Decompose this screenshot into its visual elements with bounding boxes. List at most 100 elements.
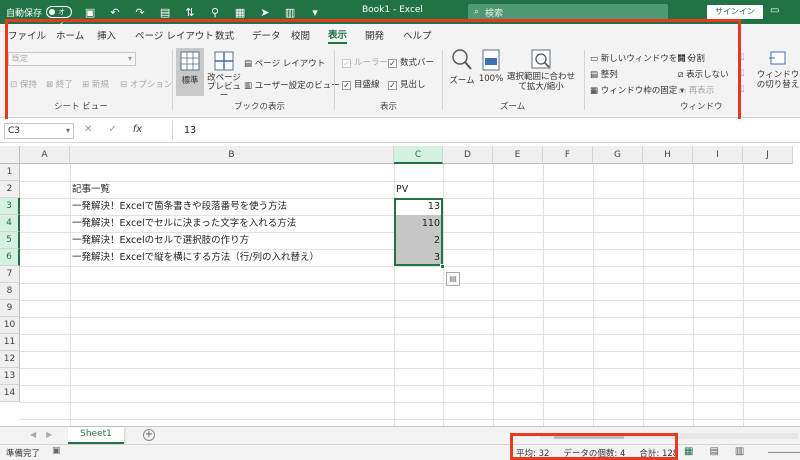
cell-c5[interactable]: 2	[394, 232, 443, 249]
macro-record-icon[interactable]: ▣	[52, 446, 61, 456]
zoom-slider[interactable]	[768, 452, 800, 453]
row-header-9[interactable]: 9	[0, 300, 20, 317]
gridline	[693, 164, 694, 426]
ribbon-highlight-box	[5, 19, 741, 124]
gridline	[20, 402, 800, 403]
row-header-1[interactable]: 1	[0, 164, 20, 181]
redo-icon[interactable]: ↷	[132, 6, 148, 19]
sort-icon[interactable]: ⇅	[182, 6, 198, 19]
form-icon[interactable]: ▤	[157, 6, 173, 19]
formula-input[interactable]: 13	[184, 125, 196, 136]
quick-analysis-icon[interactable]: ▤	[446, 272, 460, 286]
chart-icon[interactable]: ▥	[282, 6, 298, 19]
gridline	[70, 164, 71, 426]
column-header-f[interactable]: F	[543, 146, 593, 164]
gridline	[493, 164, 494, 426]
search-icon: ⌕	[474, 7, 480, 17]
filter-icon[interactable]: ⚲	[207, 6, 223, 19]
cancel-icon[interactable]: ✕	[84, 124, 92, 135]
sheet-tab-bar: ◀ ▶ Sheet1 +	[0, 426, 800, 444]
scroll-right-icon[interactable]: ▶	[46, 430, 52, 439]
add-sheet-icon[interactable]: +	[143, 429, 155, 441]
normal-view-status-icon[interactable]: ▦	[684, 446, 693, 457]
worksheet-grid[interactable]: A B C D E F G H I J 1 2 3 4 5 6 7 8 9 10…	[0, 146, 800, 426]
formula-bar-divider	[172, 121, 173, 141]
row-header-8[interactable]: 8	[0, 283, 20, 300]
cell-c4[interactable]: 110	[394, 215, 443, 232]
autosave[interactable]: 自動保存 オフ	[0, 6, 73, 26]
gridline	[20, 385, 800, 386]
row-header-13[interactable]: 13	[0, 368, 20, 385]
gridline	[20, 368, 800, 369]
undo-icon[interactable]: ↶	[107, 6, 123, 19]
sheet-tab-sheet1[interactable]: Sheet1	[68, 427, 124, 444]
row-header-14[interactable]: 14	[0, 385, 20, 402]
name-box[interactable]: C3	[4, 123, 74, 139]
search-placeholder: 検索	[485, 8, 504, 19]
page-layout-status-icon[interactable]: ▤	[709, 446, 718, 457]
column-header-c[interactable]: C	[394, 146, 443, 164]
column-header-a[interactable]: A	[20, 146, 70, 164]
row-header-10[interactable]: 10	[0, 317, 20, 334]
autosave-label: 自動保存	[6, 8, 43, 19]
column-header-j[interactable]: J	[743, 146, 793, 164]
row-header-4[interactable]: 4	[0, 215, 20, 232]
gridline	[443, 164, 444, 426]
gridline	[543, 164, 544, 426]
status-bar: 準備完了 ▣ 平均: 32 データの個数: 4 合計: 128 ▦ ▤ ▥	[0, 444, 800, 460]
select-all-corner[interactable]	[0, 146, 20, 164]
page-break-status-icon[interactable]: ▥	[735, 446, 744, 457]
enter-icon[interactable]: ✓	[108, 124, 116, 135]
gridline	[20, 266, 800, 267]
cell-b2[interactable]: 記事一覧	[72, 181, 110, 198]
status-highlight-box	[510, 433, 678, 460]
row-header-11[interactable]: 11	[0, 334, 20, 351]
signin-button[interactable]: サインイン	[707, 5, 763, 19]
view-buttons: ▦ ▤ ▥	[684, 446, 744, 457]
formula-bar-buttons: ✕ ✓ fx	[84, 124, 142, 135]
gridline	[20, 317, 800, 318]
row-header-5[interactable]: 5	[0, 232, 20, 249]
insert-function-icon[interactable]: fx	[133, 124, 142, 135]
row-header-6[interactable]: 6	[0, 249, 20, 266]
autosave-toggle[interactable]: オフ	[46, 6, 73, 26]
gridline	[20, 300, 800, 301]
cell-c6[interactable]: 3	[394, 249, 443, 266]
cell-b3[interactable]: 一発解決！Excelで箇条書きや段落番号を使う方法	[72, 198, 287, 215]
column-header-e[interactable]: E	[493, 146, 543, 164]
column-header-h[interactable]: H	[643, 146, 693, 164]
scroll-left-icon[interactable]: ◀	[30, 430, 36, 439]
ribbon-display-icon[interactable]: ▭	[770, 5, 779, 16]
gridline	[20, 334, 800, 335]
switch-windows-button[interactable]: ウィンドウの切り替え	[756, 48, 800, 96]
column-header-d[interactable]: D	[443, 146, 493, 164]
switch-windows-icon	[769, 51, 786, 65]
gridline	[643, 164, 644, 426]
customize-qat-icon[interactable]: ▾	[307, 6, 323, 19]
cell-c3[interactable]: 13	[394, 198, 443, 215]
row-header-12[interactable]: 12	[0, 351, 20, 368]
row-header-3[interactable]: 3	[0, 198, 20, 215]
search-box[interactable]: ⌕ 検索	[468, 4, 668, 20]
cell-b4[interactable]: 一発解決！Excelでセルに決まった文字を入れる方法	[72, 215, 296, 232]
status-ready: 準備完了	[6, 449, 41, 459]
window-title: Book1 - Excel	[362, 5, 423, 15]
column-header-b[interactable]: B	[70, 146, 394, 164]
switch-windows-label: ウィンドウの切り替え	[756, 70, 800, 90]
fill-handle[interactable]	[440, 264, 445, 269]
column-header-g[interactable]: G	[593, 146, 643, 164]
gridline	[593, 164, 594, 426]
cell-b6[interactable]: 一発解決！Excelで縦を横にする方法（行/列の入れ替え）	[72, 249, 319, 266]
table-icon[interactable]: ▦	[232, 6, 248, 19]
gridline	[20, 283, 800, 284]
gridline	[20, 351, 800, 352]
save-icon[interactable]: ▣	[82, 6, 98, 19]
row-header-2[interactable]: 2	[0, 181, 20, 198]
row-header-7[interactable]: 7	[0, 266, 20, 283]
cell-b5[interactable]: 一発解決！Excelのセルで選択肢の作り方	[72, 232, 249, 249]
sheet-navigation: ◀ ▶	[30, 430, 52, 439]
formula-bar: C3 ✕ ✓ fx 13	[0, 119, 800, 143]
column-header-i[interactable]: I	[693, 146, 743, 164]
pointer-icon[interactable]: ➤	[257, 6, 273, 19]
cell-c2[interactable]: PV	[396, 181, 408, 198]
